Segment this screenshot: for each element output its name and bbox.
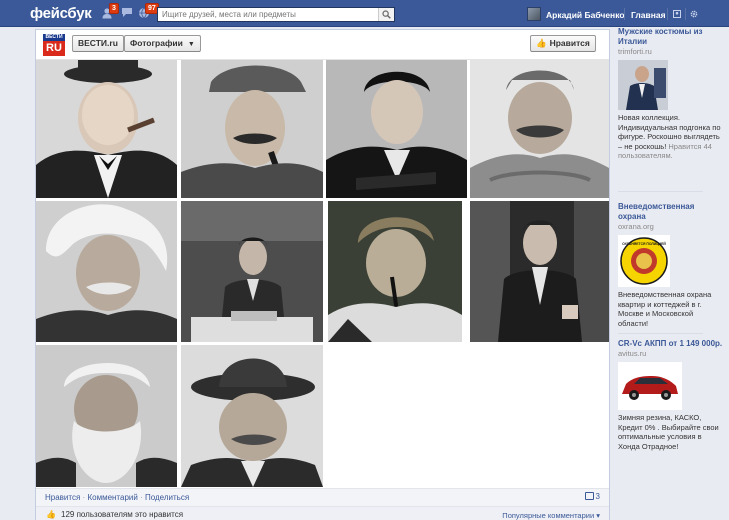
settings-gear-icon[interactable]	[690, 10, 698, 18]
search-box	[157, 7, 395, 22]
ad-description: Вневедомственная охрана квартир и коттед…	[618, 290, 712, 328]
ad-image-badge[interactable]: ОХРАНЯЕТСЯ ПОЛИЦИЕЙ	[618, 235, 670, 287]
action-separator: ·	[140, 493, 143, 502]
gear-icon	[690, 10, 698, 18]
ad-divider	[618, 333, 703, 334]
nav-divider	[667, 8, 668, 20]
red-suv-image	[618, 362, 682, 410]
ad-security-guard[interactable]: Вневедомственная охрана oxrana.org ОХРАН…	[618, 202, 723, 328]
post-actions: Нравится · Комментарий · Поделиться	[45, 493, 189, 502]
portrait-photo-5[interactable]	[36, 201, 177, 342]
portrait-man-at-desk	[181, 201, 323, 342]
ad-domain: avitus.ru	[618, 349, 647, 358]
post-comment-link[interactable]: Комментарий	[87, 493, 137, 502]
post-share-link[interactable]: Поделиться	[145, 493, 189, 502]
comment-icon	[584, 492, 594, 500]
thumbs-up-icon: 👍	[46, 510, 56, 519]
portrait-young-man-pipe	[328, 201, 462, 342]
page-like-label: Нравится	[549, 38, 590, 48]
portrait-man-dark-suit	[326, 60, 467, 198]
popular-comments-dropdown[interactable]: Популярные комментарии ▾	[502, 511, 600, 520]
man-in-suit-image	[618, 60, 668, 110]
portrait-photo-1[interactable]	[36, 60, 177, 198]
ad-image-car[interactable]	[618, 362, 682, 410]
portrait-photo-3[interactable]	[326, 60, 467, 198]
comment-count-value: 3	[595, 492, 600, 501]
ad-image-suit[interactable]	[618, 60, 668, 110]
portrait-man-cap-pipe	[181, 60, 323, 198]
likes-count-link[interactable]: 129 пользователям это нравится	[61, 510, 183, 519]
search-input[interactable]	[158, 8, 376, 21]
nav-divider	[624, 8, 625, 20]
portrait-photo-2[interactable]	[181, 60, 323, 198]
action-separator: ·	[82, 493, 86, 502]
messages-icon[interactable]	[120, 7, 134, 20]
top-navigation-bar: фейсбук 3 97 Аркадий Бабченко Главная	[0, 0, 729, 27]
comment-count[interactable]: 3	[584, 492, 600, 501]
ad-honda-crv[interactable]: CR-Vс АКПП от 1 149 000р. avitus.ru Зимн…	[618, 339, 723, 451]
home-link[interactable]: Главная	[631, 10, 666, 20]
popular-comments-label: Популярные комментарии	[502, 511, 595, 520]
police-badge-image: ОХРАНЯЕТСЯ ПОЛИЦИЕЙ	[618, 235, 670, 287]
photo-post: ВЕСТИ RU ВЕСТИ.ru Фотографии ▼ 👍 Нравится	[35, 29, 610, 520]
post-footer: Нравится · Комментарий · Поделиться 3 👍 …	[36, 488, 609, 520]
post-like-link[interactable]: Нравится	[45, 493, 80, 502]
portrait-photo-6[interactable]	[181, 201, 323, 342]
ad-italian-suits[interactable]: Мужские костюмы из Италии trimforti.ru Н…	[618, 27, 723, 161]
portrait-man-fedora	[181, 345, 323, 487]
find-friends-icon[interactable]	[673, 10, 681, 18]
ad-divider	[618, 191, 703, 192]
notifications-icon[interactable]: 97	[137, 3, 159, 20]
facebook-logo[interactable]: фейсбук	[30, 5, 92, 22]
portrait-man-library	[470, 201, 609, 342]
portrait-photo-10[interactable]	[181, 345, 323, 487]
friend-requests-icon[interactable]: 3	[101, 3, 119, 20]
ad-title[interactable]: CR-Vс АКПП от 1 149 000р.	[618, 339, 723, 349]
search-button[interactable]	[378, 8, 394, 21]
likes-row: 👍 129 пользователям это нравится Популяр…	[36, 506, 609, 520]
chevron-down-icon: ▼	[187, 41, 195, 48]
portrait-photo-4[interactable]	[470, 60, 609, 198]
vesti-page-avatar[interactable]: ВЕСТИ RU	[43, 34, 65, 56]
badge-label: ОХРАНЯЕТСЯ ПОЛИЦИЕЙ	[622, 242, 666, 246]
vesti-logo-big-text: RU	[46, 42, 62, 54]
ad-title[interactable]: Вневедомственная охрана	[618, 202, 723, 222]
portrait-man-white-hair	[36, 201, 177, 342]
friends-small-icon	[673, 10, 681, 18]
ad-title[interactable]: Мужские костюмы из Италии	[618, 27, 723, 47]
page-name-button[interactable]: ВЕСТИ.ru	[72, 35, 124, 52]
nav-divider	[685, 8, 686, 20]
user-profile-link[interactable]: Аркадий Бабченко	[546, 10, 625, 20]
ad-domain: oxrana.org	[618, 222, 654, 231]
search-icon	[382, 10, 391, 19]
portrait-man-white-beard	[36, 345, 177, 487]
vesti-logo-small-text: ВЕСТИ	[43, 34, 65, 41]
portrait-photo-8[interactable]	[470, 201, 609, 342]
user-avatar[interactable]	[527, 7, 541, 21]
photos-dropdown[interactable]: Фотографии ▼	[124, 35, 201, 52]
portrait-photo-9[interactable]	[36, 345, 177, 487]
chat-bubble-icon	[122, 8, 132, 17]
page-header: ВЕСТИ RU ВЕСТИ.ru Фотографии ▼ 👍 Нравится	[36, 30, 609, 60]
ad-body: Новая коллекция. Индивидуальная подгонка…	[618, 113, 723, 161]
friend-requests-badge: 3	[109, 3, 119, 14]
thumbs-up-icon: 👍	[536, 38, 547, 48]
ad-domain: trimforti.ru	[618, 47, 652, 56]
ad-description: Зимняя резина, КАСКО, Кредит 0% . Выбира…	[618, 413, 719, 451]
page-like-button[interactable]: 👍 Нравится	[530, 35, 596, 52]
portrait-photo-7[interactable]	[328, 201, 462, 342]
portrait-man-hat-cigar	[36, 60, 177, 198]
photos-dropdown-label: Фотографии	[130, 38, 183, 48]
portrait-man-mustache	[470, 60, 609, 198]
